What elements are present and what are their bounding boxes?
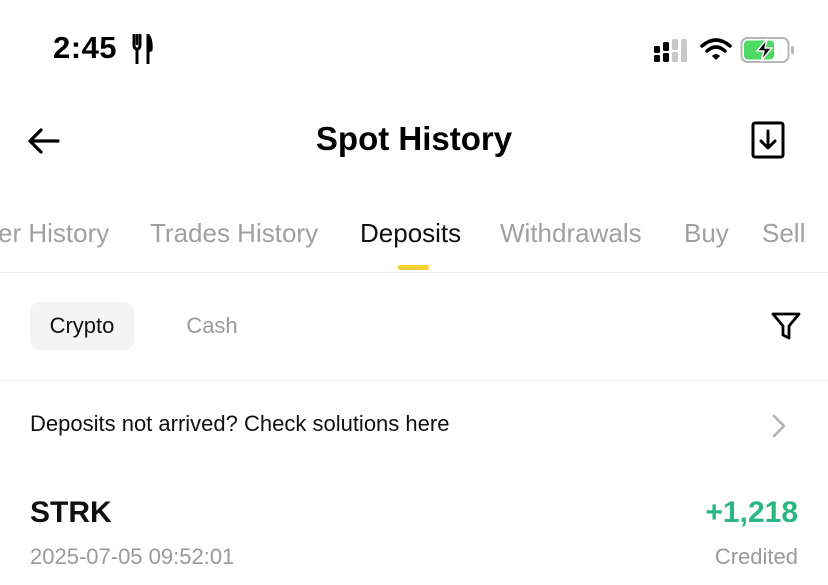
chevron-right-icon <box>772 414 786 438</box>
status-time: 2:45 <box>53 30 118 65</box>
tab-order-history[interactable]: er History <box>0 218 109 249</box>
battery-charging-icon <box>740 37 794 63</box>
signal-icon <box>654 39 687 62</box>
active-tab-indicator <box>398 265 429 270</box>
chip-cash[interactable]: Cash <box>166 302 258 350</box>
wifi-icon <box>700 38 732 60</box>
status-bar: 2:45 <box>0 0 828 100</box>
page-title: Spot History <box>315 120 513 157</box>
header: Spot History <box>0 100 828 186</box>
tab-buy[interactable]: Buy <box>684 218 729 249</box>
notice-text: Deposits not arrived? Check solutions he… <box>30 411 450 436</box>
chip-crypto[interactable]: Crypto <box>30 302 134 350</box>
tab-bar: er History Trades History Deposits Withd… <box>0 200 828 273</box>
record-status: Credited <box>714 544 798 569</box>
deposit-record[interactable]: STRK +1,218 2025-07-05 09:52:01 Credited <box>0 480 828 585</box>
tab-withdrawals[interactable]: Withdrawals <box>500 218 642 249</box>
download-icon[interactable] <box>748 120 788 160</box>
tab-deposits[interactable]: Deposits <box>360 218 461 249</box>
tab-sell[interactable]: Sell <box>762 218 805 249</box>
record-amount: +1,218 <box>705 496 798 529</box>
filter-row: Crypto Cash <box>0 272 828 381</box>
record-coin: STRK <box>30 496 112 529</box>
deposit-help-link[interactable]: Deposits not arrived? Check solutions he… <box>0 381 828 469</box>
funnel-icon[interactable] <box>770 310 802 342</box>
fork-knife-icon <box>132 34 153 64</box>
tab-trades-history[interactable]: Trades History <box>150 218 318 249</box>
record-date: 2025-07-05 09:52:01 <box>30 544 235 569</box>
